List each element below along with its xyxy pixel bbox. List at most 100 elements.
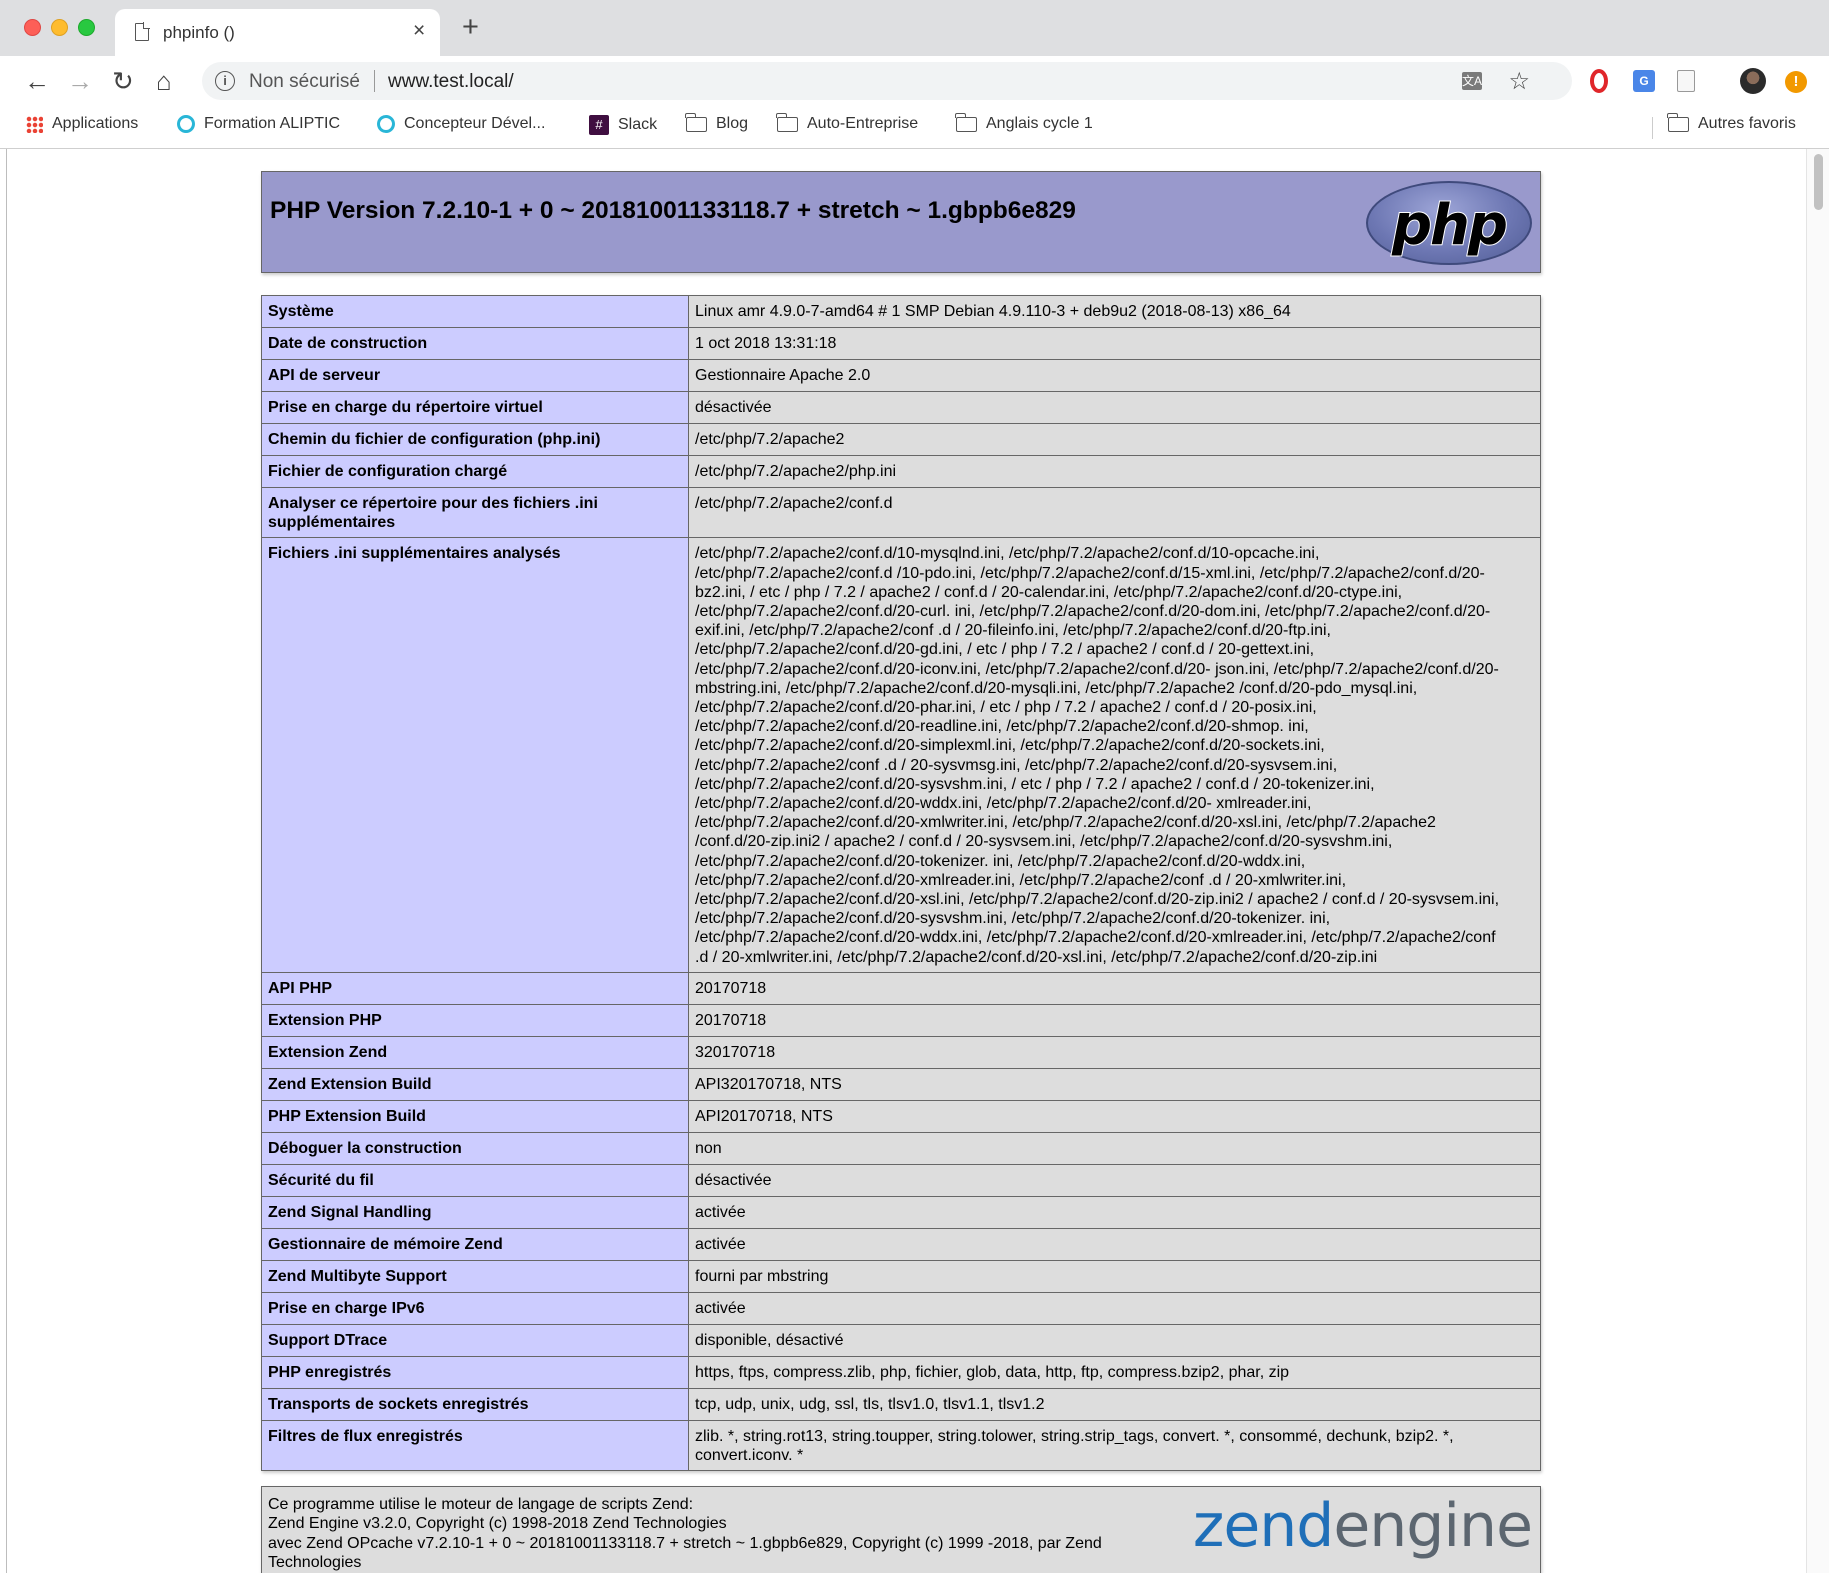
row-value: disponible, désactivé (688, 1323, 1541, 1357)
bookmark-label: Anglais cycle 1 (986, 115, 1093, 132)
update-alert-icon[interactable]: ! (1785, 71, 1807, 93)
row-key: Analyser ce répertoire pour des fichiers… (261, 486, 689, 539)
folder-icon (955, 112, 977, 132)
close-window-button[interactable] (24, 19, 41, 36)
row-value: non (688, 1131, 1541, 1165)
bookmark-concepteur[interactable]: Concepteur Dével... (377, 115, 545, 133)
row-value: /etc/php/7.2/apache2/php.ini (688, 455, 1541, 488)
table-row: Transports de sockets enregistrés tcp, ud… (261, 1387, 1541, 1421)
table-row: Date de construction 1 oct 2018 13:31:18 (261, 327, 1541, 360)
php-logo-text: php (1391, 192, 1509, 259)
zend-engine-box: Ce programme utilise le moteur de langag… (261, 1486, 1541, 1573)
row-value: désactivée (688, 1163, 1541, 1197)
zend-engine-logo[interactable]: zendengine (1192, 1491, 1533, 1561)
row-key: Fichiers .ini supplémentaires analysés (261, 537, 689, 973)
opera-extension-icon[interactable] (1590, 69, 1608, 93)
row-value: tcp, udp, unix, udg, ssl, tls, tlsv1.0, … (688, 1387, 1541, 1421)
table-row: API de serveur Gestionnaire Apache 2.0 (261, 359, 1541, 392)
row-value: activée (688, 1291, 1541, 1325)
maximize-window-button[interactable] (78, 19, 95, 36)
back-arrow-icon[interactable]: ← (24, 68, 50, 94)
ring-icon (377, 115, 395, 133)
table-row: Prise en charge du répertoire virtuel dés… (261, 391, 1541, 424)
document-extension-icon[interactable] (1677, 70, 1695, 92)
bookmark-anglais[interactable]: Anglais cycle 1 (955, 112, 1093, 133)
profile-avatar[interactable] (1740, 68, 1766, 94)
row-key: Sécurité du fil (261, 1163, 689, 1197)
home-icon[interactable]: ⌂ (156, 68, 172, 94)
google-translate-extension-icon[interactable]: G (1633, 70, 1655, 92)
php-logo[interactable]: php (1366, 181, 1532, 265)
new-tab-button[interactable]: + (462, 13, 479, 42)
table-row: Sécurité du fil désactivée (261, 1163, 1541, 1197)
row-key: Système (261, 295, 689, 328)
bookmark-applications[interactable]: Applications (26, 115, 138, 133)
table-row: Zend Multibyte Support fourni par mbstrin… (261, 1259, 1541, 1293)
table-row: Extension PHP 20170718 (261, 1003, 1541, 1037)
bookmark-label: Applications (52, 115, 139, 132)
row-key: API de serveur (261, 359, 689, 392)
bookmark-star-icon[interactable]: ☆ (1508, 67, 1530, 96)
row-value: /etc/php/7.2/apache2 (688, 423, 1541, 456)
bookmark-label: Slack (618, 116, 658, 133)
table-row: PHP enregistrés https, ftps, compress.zli… (261, 1355, 1541, 1389)
row-value: 20170718 (688, 1003, 1541, 1037)
row-key: PHP Extension Build (261, 1099, 689, 1133)
scrollbar-thumb[interactable] (1814, 154, 1823, 210)
bookmark-label: Formation ALIPTIC (204, 115, 341, 132)
table-row: Déboguer la construction non (261, 1131, 1541, 1165)
row-value: https, ftps, compress.zlib, php, fichier… (688, 1355, 1541, 1389)
info-icon[interactable]: i (215, 71, 235, 91)
bookmark-formation-aliptic[interactable]: Formation ALIPTIC (177, 115, 340, 133)
zend-engine-text: Ce programme utilise le moteur de langag… (268, 1496, 1102, 1572)
row-key: API PHP (261, 971, 689, 1005)
row-value: désactivée (688, 391, 1541, 424)
vertical-scrollbar[interactable] (1806, 149, 1829, 1573)
bookmark-label: Blog (716, 115, 749, 132)
row-key: Prise en charge IPv6 (261, 1291, 689, 1325)
zend-logo-word: zend (1192, 1491, 1335, 1561)
page-icon (135, 22, 150, 41)
bookmark-autres-favoris[interactable]: Autres favoris (1667, 112, 1796, 133)
bookmark-blog[interactable]: Blog (685, 112, 749, 133)
table-row: Gestionnaire de mémoire Zend activée (261, 1227, 1541, 1261)
row-key: Zend Signal Handling (261, 1195, 689, 1229)
php-version-header: PHP Version 7.2.10-1 + 0 ~ 2018100113311… (261, 171, 1541, 273)
table-row: Extension Zend 320170718 (261, 1035, 1541, 1069)
bookmark-auto-entreprise[interactable]: Auto-Entreprise (776, 112, 918, 133)
row-key: Extension Zend (261, 1035, 689, 1069)
row-value: Gestionnaire Apache 2.0 (688, 359, 1541, 392)
minimize-window-button[interactable] (51, 19, 68, 36)
php-version-title: PHP Version 7.2.10-1 + 0 ~ 2018100113311… (270, 197, 1076, 224)
tab-strip: phpinfo () × + (0, 0, 1829, 56)
tab-phpinfo[interactable]: phpinfo () × (115, 9, 440, 56)
table-row: Support DTrace disponible, désactivé (261, 1323, 1541, 1357)
table-row: Fichiers .ini supplémentaires analysés/e… (261, 537, 1541, 973)
security-label[interactable]: Non sécurisé (249, 71, 360, 93)
translate-icon[interactable]: 文A (1462, 72, 1482, 90)
address-divider (374, 70, 375, 92)
address-bar[interactable]: i Non sécurisé www.test.local/ 文A ☆ (202, 62, 1572, 100)
row-key: Prise en charge du répertoire virtuel (261, 391, 689, 424)
row-value: Linux amr 4.9.0-7-amd64 # 1 SMP Debian 4… (688, 295, 1541, 328)
folder-icon (776, 112, 798, 132)
bookmarks-bar: Applications Formation ALIPTIC Concepteu… (0, 106, 1829, 148)
row-value: /etc/php/7.2/apache2/conf.d/10-mysqlnd.i… (688, 537, 1541, 973)
table-row: Fichier de configuration chargé/etc/php/… (261, 455, 1541, 488)
reload-icon[interactable]: ↻ (112, 68, 134, 94)
url-text[interactable]: www.test.local/ (388, 71, 514, 93)
bookmark-slack[interactable]: # Slack (589, 115, 657, 135)
forward-arrow-icon[interactable]: → (67, 68, 93, 94)
row-value: zlib. *, string.rot13, string.toupper, s… (688, 1419, 1541, 1472)
row-key: Transports de sockets enregistrés (261, 1387, 689, 1421)
browser-chrome: phpinfo () × + ← → ↻ ⌂ i Non sécurisé ww… (0, 0, 1829, 149)
row-key: Zend Multibyte Support (261, 1259, 689, 1293)
ring-icon (177, 115, 195, 133)
row-key: Chemin du fichier de configuration (php.… (261, 423, 689, 456)
table-row: Zend Signal Handling activée (261, 1195, 1541, 1229)
tab-close-icon[interactable]: × (413, 19, 425, 43)
table-row: Système Linux amr 4.9.0-7-amd64 # 1 SMP D… (261, 295, 1541, 328)
php-info-table: Système Linux amr 4.9.0-7-amd64 # 1 SMP D… (261, 295, 1541, 1472)
slack-icon: # (589, 115, 609, 135)
tab-title: phpinfo () (163, 23, 235, 42)
